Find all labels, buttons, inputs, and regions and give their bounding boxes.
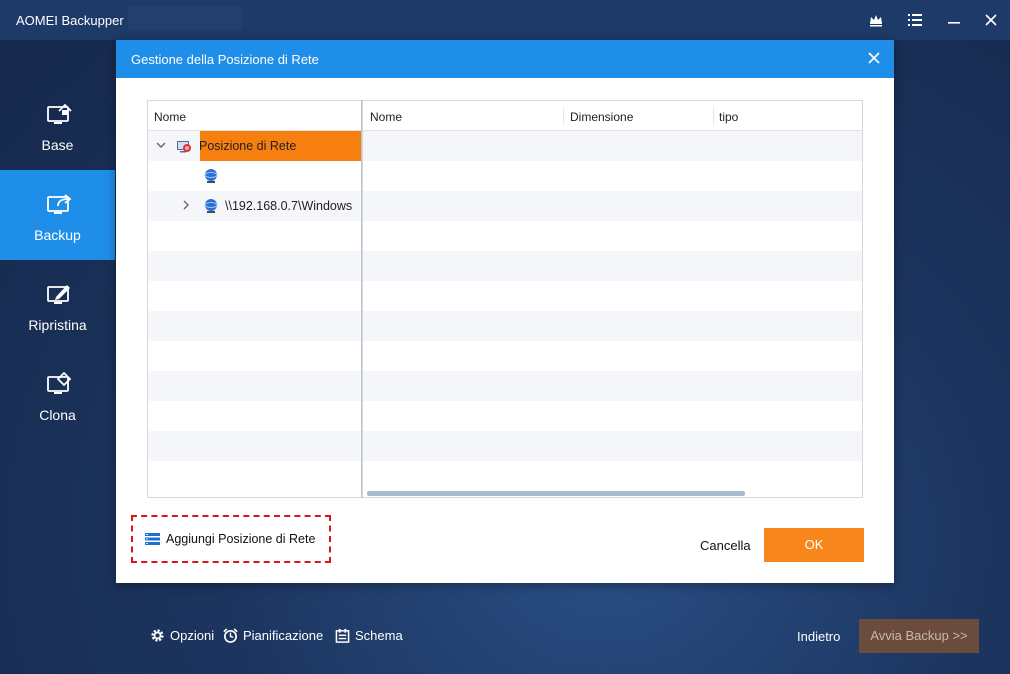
schedule-link[interactable]: Pianificazione <box>223 628 323 643</box>
network-globe-icon <box>204 199 218 213</box>
chevron-down-icon[interactable] <box>155 139 167 151</box>
backup-export-icon <box>47 194 72 214</box>
network-globe-icon <box>204 169 218 183</box>
chevron-right-icon[interactable] <box>180 199 192 211</box>
tree-item-label: Posizione di Rete <box>199 139 297 153</box>
tree-item-label: \\192.168.0.7\Windows <box>225 199 353 213</box>
network-list-icon <box>145 533 160 545</box>
horizontal-scrollbar[interactable] <box>367 491 745 496</box>
tree-item-network-root[interactable]: Posizione di Rete <box>148 131 362 161</box>
sidebar-item-ripristina[interactable]: Ripristina <box>0 260 115 350</box>
app-title: AOMEI Backupper <box>16 13 124 28</box>
column-size[interactable]: Dimensione <box>570 110 633 124</box>
add-network-location-label: Aggiungi Posizione di Rete <box>166 532 316 546</box>
file-list: Nome Dimensione tipo <box>362 100 863 498</box>
sidebar-item-label: Ripristina <box>28 317 87 333</box>
options-link[interactable]: Opzioni <box>150 628 214 643</box>
scheme-calendar-icon <box>335 628 350 643</box>
list-header: Nome Dimensione tipo <box>363 101 862 131</box>
start-backup-button[interactable]: Avvia Backup >> <box>859 619 979 653</box>
sidebar-item-backup[interactable]: Backup <box>0 170 115 260</box>
network-location-icon <box>177 141 191 153</box>
sidebar-item-label: Clona <box>39 407 76 423</box>
column-type[interactable]: tipo <box>719 110 738 124</box>
list-stripes <box>363 131 862 491</box>
sidebar-item-clona[interactable]: Clona <box>0 350 115 440</box>
ok-button[interactable]: OK <box>764 528 864 562</box>
sidebar-item-base[interactable]: Base <box>0 80 115 170</box>
sidebar: Base Backup Ripristina Clona <box>0 80 115 440</box>
dialog-title: Gestione della Posizione di Rete <box>131 52 319 67</box>
options-label: Opzioni <box>170 628 215 643</box>
tree-item-label: \\192.168.0.7 <box>225 169 298 183</box>
dialog-close-icon[interactable] <box>864 49 884 69</box>
network-tree: Nome Posizione di Rete \\192.168.0.7 \\1… <box>147 100 362 498</box>
menu-icon[interactable] <box>903 8 927 32</box>
upgrade-crown-icon[interactable] <box>864 8 888 32</box>
title-bar: AOMEI Backupper <box>0 0 1010 40</box>
column-name[interactable]: Nome <box>370 110 402 124</box>
sidebar-item-label: Backup <box>34 227 81 243</box>
title-placeholder <box>128 6 242 30</box>
clone-icon <box>47 372 72 394</box>
add-network-location-button[interactable]: Aggiungi Posizione di Rete <box>131 515 331 563</box>
close-icon[interactable] <box>979 8 1003 32</box>
tree-item-host[interactable]: \\192.168.0.7 <box>148 161 362 191</box>
restore-icon <box>47 285 70 304</box>
back-button[interactable]: Indietro <box>797 629 840 644</box>
cancel-button[interactable]: Cancella <box>700 538 751 553</box>
tree-column-name[interactable]: Nome <box>154 110 186 124</box>
network-location-dialog: Gestione della Posizione di Rete Nome Po… <box>116 40 894 583</box>
tree-item-share[interactable]: \\192.168.0.7\Windows <box>148 191 362 221</box>
alarm-clock-icon <box>223 628 238 643</box>
scheme-label: Schema <box>355 628 403 643</box>
scheme-link[interactable]: Schema <box>335 628 403 643</box>
gear-icon <box>151 629 164 642</box>
tree-header: Nome <box>148 101 362 131</box>
home-monitor-icon <box>47 103 72 124</box>
dialog-header: Gestione della Posizione di Rete <box>116 40 894 78</box>
minimize-icon[interactable] <box>942 8 966 32</box>
sidebar-item-label: Base <box>41 137 74 153</box>
schedule-label: Pianificazione <box>243 628 324 643</box>
